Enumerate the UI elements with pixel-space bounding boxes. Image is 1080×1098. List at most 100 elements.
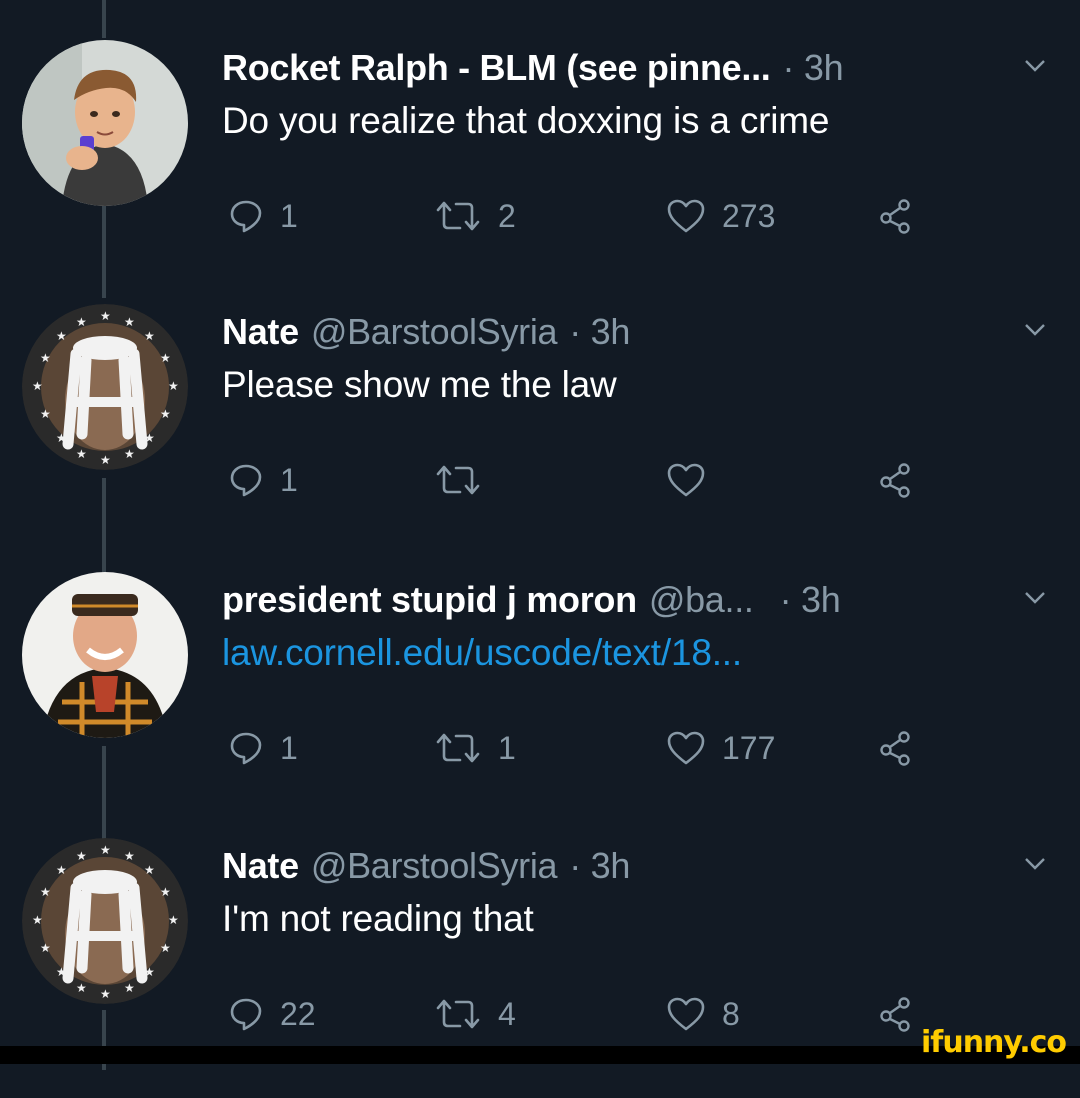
svg-text:★: ★	[124, 849, 135, 863]
tweet-item[interactable]: ★ ★ ★ ★ ★ ★ ★ ★ ★ ★ ★ ★ ★ ★ ★ ★ Nate @BarstoolSyri…	[0, 304, 1080, 564]
tweet-actions: 1 2 273	[222, 188, 942, 244]
svg-text:★: ★	[32, 913, 43, 927]
reply-button[interactable]: 1	[228, 188, 298, 244]
user-handle[interactable]: @BarstoolSyria	[311, 845, 558, 887]
avatar[interactable]: ★ ★ ★ ★ ★ ★ ★ ★ ★ ★ ★ ★ ★ ★ ★ ★	[22, 838, 188, 1004]
like-icon	[667, 463, 705, 497]
display-name[interactable]: Nate	[222, 845, 299, 887]
svg-text:★: ★	[124, 981, 135, 995]
reply-button[interactable]: 22	[228, 986, 316, 1042]
timestamp[interactable]: · 3h	[782, 47, 843, 89]
tweet-header: Rocket Ralph - BLM (see pinne... · 3h	[222, 40, 990, 96]
avatar[interactable]	[22, 40, 188, 206]
like-count: 177	[722, 729, 776, 766]
svg-text:★: ★	[40, 351, 51, 365]
display-name[interactable]: Rocket Ralph - BLM (see pinne...	[222, 47, 771, 89]
tweet-actions: 22 4 8	[222, 986, 942, 1042]
svg-text:★: ★	[160, 351, 171, 365]
like-button[interactable]: 177	[666, 720, 775, 776]
retweet-icon	[436, 201, 480, 231]
retweet-button[interactable]: 4	[434, 986, 516, 1042]
tweet-header: Nate @BarstoolSyria · 3h	[222, 304, 990, 360]
tweet-header: Nate @BarstoolSyria · 3h	[222, 838, 990, 894]
retweet-button[interactable]: 1	[434, 720, 516, 776]
display-name[interactable]: president stupid j moron	[222, 579, 637, 621]
watermark-logo: ifunny.co	[921, 1025, 1067, 1060]
share-icon	[880, 997, 910, 1032]
tweet-item[interactable]: Rocket Ralph - BLM (see pinne... · 3h Do…	[0, 40, 1080, 300]
retweet-button[interactable]	[434, 452, 498, 508]
tweet-actions: 1	[222, 452, 942, 508]
like-button[interactable]	[666, 452, 722, 508]
timestamp[interactable]: · 3h	[569, 845, 630, 887]
like-icon	[667, 731, 705, 765]
svg-text:★: ★	[144, 863, 155, 877]
avatar[interactable]: ★ ★ ★ ★ ★ ★ ★ ★ ★ ★ ★ ★ ★ ★ ★ ★	[22, 304, 188, 470]
display-name[interactable]: Nate	[222, 311, 299, 353]
tweet-header: president stupid j moron @ba... · 3h	[222, 572, 990, 628]
svg-text:★: ★	[76, 315, 87, 329]
tweet-thread-screen: { "tweets": [ { "name": "Rocket Ralph - …	[0, 0, 1080, 1070]
like-button[interactable]: 8	[666, 986, 740, 1042]
like-count: 8	[722, 995, 740, 1032]
tweet-actions: 1 1 177	[222, 720, 942, 776]
svg-text:★: ★	[160, 407, 171, 421]
tweet-item[interactable]: president stupid j moron @ba... · 3h law…	[0, 572, 1080, 832]
share-icon	[880, 199, 910, 234]
retweet-icon	[436, 465, 480, 495]
retweet-count: 2	[498, 197, 516, 234]
svg-text:★: ★	[160, 885, 171, 899]
reply-icon	[230, 200, 262, 233]
svg-text:★: ★	[160, 941, 171, 955]
share-icon	[880, 731, 910, 766]
svg-text:★: ★	[100, 309, 111, 323]
retweet-button[interactable]: 2	[434, 188, 516, 244]
avatar[interactable]	[22, 572, 188, 738]
svg-text:★: ★	[100, 987, 111, 1001]
tweet-text: Please show me the law	[222, 364, 617, 405]
share-button[interactable]	[878, 452, 914, 508]
reply-count: 1	[280, 729, 298, 766]
timestamp[interactable]: · 3h	[780, 579, 841, 621]
svg-text:★: ★	[168, 379, 179, 393]
svg-text:★: ★	[56, 431, 67, 445]
retweet-icon	[436, 733, 480, 763]
like-icon	[667, 199, 705, 233]
retweet-count: 1	[498, 729, 516, 766]
user-handle[interactable]: @BarstoolSyria	[311, 311, 558, 353]
share-button[interactable]	[878, 720, 914, 776]
svg-text:★: ★	[124, 447, 135, 461]
reply-count: 1	[280, 197, 298, 234]
svg-text:★: ★	[56, 863, 67, 877]
chevron-down-icon[interactable]	[1024, 318, 1046, 340]
svg-text:★: ★	[32, 379, 43, 393]
chevron-down-icon[interactable]	[1024, 586, 1046, 608]
share-button[interactable]	[878, 986, 914, 1042]
share-button[interactable]	[878, 188, 914, 244]
reply-count: 1	[280, 461, 298, 498]
thread-line	[102, 0, 106, 38]
svg-text:★: ★	[144, 965, 155, 979]
reply-icon	[230, 732, 262, 765]
retweet-count: 4	[498, 995, 516, 1032]
like-icon	[667, 997, 705, 1031]
user-handle[interactable]: @ba...	[649, 579, 754, 621]
svg-text:★: ★	[56, 329, 67, 343]
svg-text:★: ★	[56, 965, 67, 979]
timestamp[interactable]: · 3h	[569, 311, 630, 353]
chevron-down-icon[interactable]	[1024, 852, 1046, 874]
like-button[interactable]: 273	[666, 188, 775, 244]
svg-text:★: ★	[40, 941, 51, 955]
svg-text:★: ★	[100, 453, 111, 467]
reply-button[interactable]: 1	[228, 720, 298, 776]
reply-icon	[230, 464, 262, 497]
tweet-text: Do you realize that doxxing is a crime	[222, 100, 830, 141]
reply-button[interactable]: 1	[228, 452, 298, 508]
svg-text:★: ★	[144, 431, 155, 445]
chevron-down-icon[interactable]	[1024, 54, 1046, 76]
tweet-link[interactable]: law.cornell.edu/uscode/text/18...	[222, 632, 742, 674]
svg-text:★: ★	[100, 843, 111, 857]
svg-text:★: ★	[76, 849, 87, 863]
svg-text:★: ★	[76, 981, 87, 995]
svg-text:★: ★	[144, 329, 155, 343]
